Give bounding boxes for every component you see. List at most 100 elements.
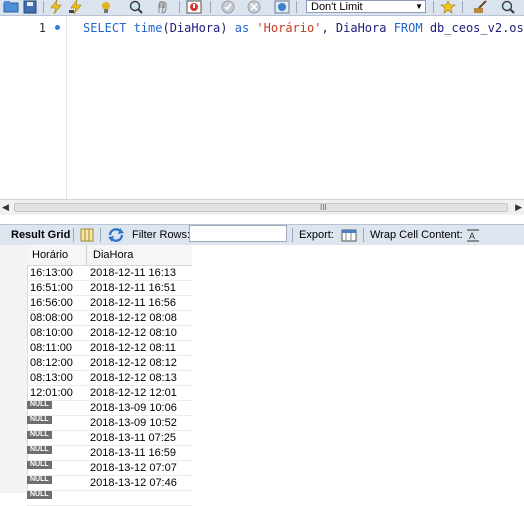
cell-diahora[interactable]: 2018-12-11 16:13 — [90, 267, 176, 279]
lightning-execute-icon[interactable] — [48, 0, 64, 14]
panel-splitter[interactable] — [0, 215, 524, 224]
cell-diahora[interactable]: 2018-13-11 07:25 — [90, 432, 176, 444]
cell-horario[interactable]: 16:51:00 — [30, 282, 73, 294]
table-row[interactable]: 12:01:00 2018-12-12 12:01 — [27, 386, 192, 401]
toolbar-separator — [43, 1, 44, 13]
cell-diahora[interactable]: 2018-12-11 16:56 — [90, 297, 176, 309]
null-badge: NULL — [27, 431, 52, 439]
result-grid: Horário DiaHora 16:13:00 2018-12-11 16:13… — [0, 245, 524, 506]
refresh-icon[interactable] — [107, 227, 125, 243]
table-row[interactable]: NULL 2018-13-12 07:46 — [27, 476, 192, 491]
scrollbar-grip: III — [320, 203, 327, 212]
table-row[interactable]: 08:10:00 2018-12-12 08:10 — [27, 326, 192, 341]
table-row[interactable]: 16:51:00 2018-12-11 16:51 — [27, 281, 192, 296]
result-grid-tab[interactable]: Result Grid — [11, 229, 70, 241]
editor-horizontal-scrollbar[interactable]: ◀ III ▶ — [0, 199, 524, 215]
table-row[interactable]: NULL 2018-13-11 16:59 — [27, 446, 192, 461]
folder-icon[interactable] — [3, 0, 19, 14]
null-badge: NULL — [27, 416, 52, 424]
sql-token: , DiaHora — [321, 21, 394, 35]
cell-diahora[interactable]: 2018-13-11 16:59 — [90, 447, 176, 459]
column-divider[interactable] — [86, 245, 87, 265]
filter-rows-label: Filter Rows: — [132, 229, 191, 241]
cell-horario[interactable]: 08:13:00 — [30, 372, 73, 384]
row-selector-column[interactable] — [0, 245, 28, 493]
cell-diahora[interactable]: 2018-13-09 10:06 — [90, 402, 177, 414]
scroll-left-arrow-icon[interactable]: ◀ — [2, 202, 9, 213]
table-row[interactable]: 08:08:00 2018-12-12 08:08 — [27, 311, 192, 326]
null-badge: NULL — [27, 401, 52, 409]
null-badge: NULL — [27, 491, 52, 499]
export-icon[interactable] — [341, 228, 357, 242]
null-badge: NULL — [27, 446, 52, 454]
table-row[interactable]: 08:11:00 2018-12-12 08:11 — [27, 341, 192, 356]
toolbar-separator — [179, 1, 180, 13]
sql-token: (DiaHora) — [162, 21, 235, 35]
table-row[interactable]: 08:12:00 2018-12-12 08:12 — [27, 356, 192, 371]
toolbar-separator — [462, 1, 463, 13]
toolbar-separator — [296, 1, 297, 13]
sql-token: as — [234, 21, 257, 35]
toolbar-separator — [100, 228, 101, 242]
column-header-diahora[interactable]: DiaHora — [93, 249, 133, 261]
scroll-right-arrow-icon[interactable]: ▶ — [515, 202, 522, 213]
sql-token: FROM — [393, 21, 430, 35]
toolbar-separator — [363, 228, 364, 242]
column-header-horario[interactable]: Horário — [32, 249, 68, 261]
statement-marker-icon — [55, 25, 60, 30]
cell-horario[interactable]: 16:56:00 — [30, 297, 73, 309]
scrollbar-thumb[interactable]: III — [14, 203, 508, 212]
cell-horario[interactable]: 08:12:00 — [30, 357, 73, 369]
sql-editor[interactable]: 1 SELECT time(DiaHora) as 'Horário', Dia… — [0, 16, 524, 199]
toggle-error-icon[interactable] — [186, 0, 202, 14]
explain-icon[interactable] — [98, 0, 114, 14]
magnifier-explain-icon[interactable] — [128, 0, 144, 14]
table-row[interactable]: 08:13:00 2018-12-12 08:13 — [27, 371, 192, 386]
null-badge: NULL — [27, 476, 52, 484]
cell-diahora[interactable]: 2018-12-11 16:51 — [90, 282, 176, 294]
line-number-gutter — [0, 16, 66, 199]
grid-view-icon[interactable] — [80, 228, 94, 242]
toolbar-separator — [433, 1, 434, 13]
cell-diahora[interactable]: 2018-12-12 12:01 — [90, 387, 177, 399]
commit-icon[interactable] — [220, 0, 236, 14]
filter-rows-input[interactable] — [189, 225, 287, 242]
lightning-cursor-icon[interactable] — [68, 0, 84, 14]
limit-rows-value: Don't Limit — [311, 1, 363, 13]
cell-horario[interactable]: 12:01:00 — [30, 387, 73, 399]
wrap-cell-toggle-icon[interactable]: A — [466, 228, 480, 242]
cell-horario[interactable]: 16:13:00 — [30, 267, 73, 279]
table-row[interactable]: 16:56:00 2018-12-11 16:56 — [27, 296, 192, 311]
sql-token: SELECT — [83, 21, 134, 35]
table-row[interactable]: NULL 2018-13-12 07:07 — [27, 461, 192, 476]
sql-statement[interactable]: SELECT time(DiaHora) as 'Horário', DiaHo… — [83, 21, 524, 35]
beautify-icon[interactable] — [472, 0, 488, 14]
cell-diahora[interactable]: 2018-13-12 07:46 — [90, 477, 177, 489]
find-icon[interactable] — [500, 0, 516, 14]
line-number: 1 — [38, 21, 46, 35]
cell-diahora[interactable]: 2018-12-12 08:08 — [90, 312, 177, 324]
table-row[interactable]: NULL — [27, 491, 192, 506]
table-row[interactable]: NULL 2018-13-09 10:52 — [27, 416, 192, 431]
gutter-divider — [66, 16, 67, 199]
cell-horario[interactable]: 08:10:00 — [30, 327, 73, 339]
autocommit-icon[interactable] — [274, 0, 290, 14]
cell-horario[interactable]: 08:08:00 — [30, 312, 73, 324]
limit-rows-select[interactable]: Don't Limit ▼ — [306, 0, 426, 13]
save-icon[interactable] — [22, 0, 38, 14]
cell-diahora[interactable]: 2018-12-12 08:13 — [90, 372, 177, 384]
cell-diahora[interactable]: 2018-13-12 07:07 — [90, 462, 177, 474]
add-snippet-icon[interactable] — [440, 0, 456, 14]
cell-diahora[interactable]: 2018-13-09 10:52 — [90, 417, 177, 429]
cell-diahora[interactable]: 2018-12-12 08:12 — [90, 357, 177, 369]
cell-diahora[interactable]: 2018-12-12 08:11 — [90, 342, 176, 354]
cell-diahora[interactable]: 2018-12-12 08:10 — [90, 327, 177, 339]
stop-icon[interactable] — [155, 0, 171, 14]
rollback-icon[interactable] — [246, 0, 262, 14]
wrap-cell-label: Wrap Cell Content: — [370, 229, 463, 241]
table-row[interactable]: NULL 2018-13-11 07:25 — [27, 431, 192, 446]
table-row[interactable]: NULL 2018-13-09 10:06 — [27, 401, 192, 416]
table-row[interactable]: 16:13:00 2018-12-11 16:13 — [27, 266, 192, 281]
cell-horario[interactable]: 08:11:00 — [30, 342, 72, 354]
toolbar-separator — [210, 1, 211, 13]
